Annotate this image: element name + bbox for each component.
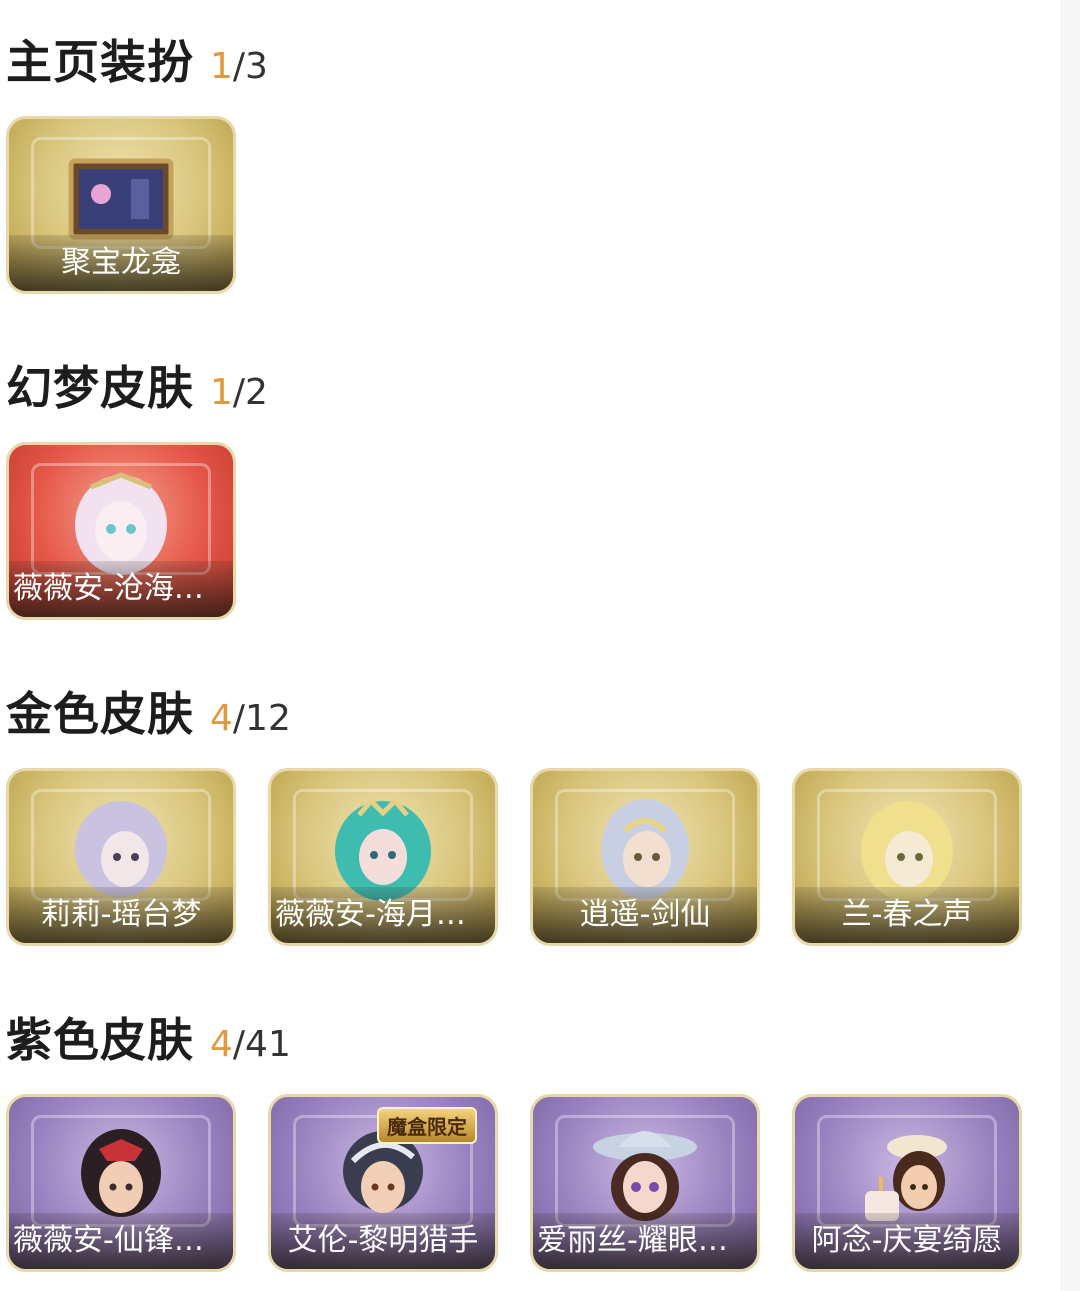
section-fantasy-skin-title: 幻梦皮肤 1/2 [6,352,268,416]
skin-card[interactable]: 薇薇安-沧海之… [6,442,236,620]
section-gold-skin-title: 金色皮肤 4/12 [6,678,291,742]
card-label: 莉莉-瑶台梦 [9,887,233,943]
card-label: 兰-春之声 [795,887,1019,943]
card-label: 爱丽丝-耀眼的… [533,1213,757,1269]
section-title-text: 主页装扮 [6,35,194,89]
section-title-text: 幻梦皮肤 [6,361,194,415]
owned-count: 1 [210,372,233,413]
skin-card[interactable]: 兰-春之声 [792,768,1022,946]
skin-card[interactable]: 莉莉-瑶台梦 [6,768,236,946]
section-purple-skin-title: 紫色皮肤 4/41 [6,1004,291,1068]
skin-card[interactable]: 薇薇安-仙锋小… [6,1094,236,1272]
section-count: 1/2 [210,372,268,413]
section-count: 4/41 [210,1024,291,1065]
section-count: 4/12 [210,698,291,739]
card-label: 薇薇安-沧海之… [9,561,233,617]
total-count: /3 [232,46,268,87]
limited-edition-badge: 魔盒限定 [377,1107,477,1144]
skin-card[interactable]: 薇薇安-海月息… [268,768,498,946]
owned-count: 4 [210,698,233,739]
skin-card[interactable]: 阿念-庆宴绮愿 [792,1094,1022,1272]
card-label: 艾伦-黎明猎手 [271,1213,495,1269]
skin-card[interactable]: 聚宝龙龛 [6,116,236,294]
section-title-text: 金色皮肤 [6,687,194,741]
card-label: 聚宝龙龛 [9,235,233,291]
scrollbar-track[interactable] [1060,0,1080,1291]
total-count: /2 [232,372,268,413]
card-label: 薇薇安-仙锋小… [9,1213,233,1269]
section-home-decor-title: 主页装扮 1/3 [6,26,268,90]
owned-count: 4 [210,1024,233,1065]
owned-count: 1 [210,46,233,87]
card-label: 逍遥-剑仙 [533,887,757,943]
skin-card[interactable]: 魔盒限定 艾伦-黎明猎手 [268,1094,498,1272]
card-label: 薇薇安-海月息… [271,887,495,943]
section-title-text: 紫色皮肤 [6,1013,194,1067]
skin-card[interactable]: 爱丽丝-耀眼的… [530,1094,760,1272]
section-count: 1/3 [210,46,268,87]
skin-card[interactable]: 逍遥-剑仙 [530,768,760,946]
total-count: /41 [232,1024,291,1065]
total-count: /12 [232,698,291,739]
card-label: 阿念-庆宴绮愿 [795,1213,1019,1269]
